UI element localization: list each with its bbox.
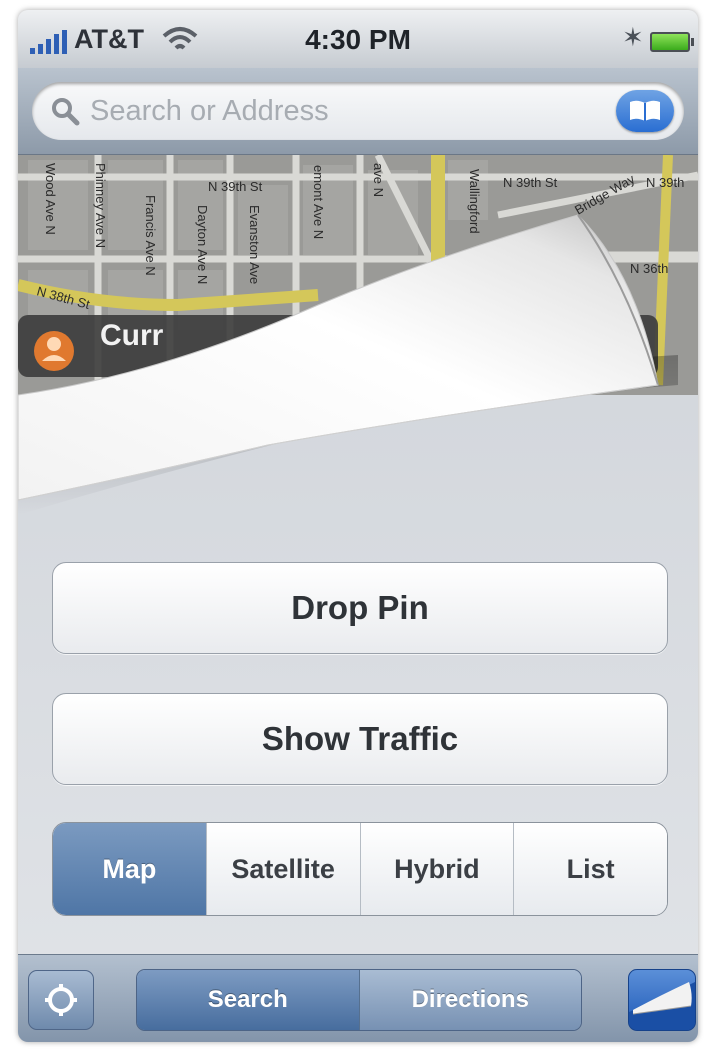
street-label: N 39th St: [208, 179, 263, 194]
street-label: Dayton Ave N: [195, 205, 210, 284]
tab-search[interactable]: Search: [137, 970, 359, 1030]
drop-pin-button[interactable]: Drop Pin: [52, 562, 668, 654]
search-icon: [52, 98, 80, 126]
battery-icon: [650, 32, 694, 52]
search-directions-control: Search Directions: [136, 969, 582, 1031]
page-curl-button[interactable]: [628, 969, 696, 1031]
show-traffic-button[interactable]: Show Traffic: [52, 693, 668, 785]
callout-title: Curr: [100, 319, 164, 352]
bottom-toolbar: Search Directions: [18, 954, 698, 1042]
search-field[interactable]: [32, 82, 684, 140]
segment-map[interactable]: Map: [53, 823, 206, 915]
page-curl-icon: [629, 982, 695, 1030]
bluetooth-icon: ✶: [622, 22, 644, 52]
street-label: Wood Ave N: [43, 163, 58, 235]
bookmarks-icon: [630, 100, 660, 121]
bookmarks-button[interactable]: [616, 90, 674, 132]
street-label: N 39th: [646, 175, 684, 190]
search-bar: [18, 68, 698, 155]
search-input[interactable]: [90, 92, 610, 130]
street-label: N 39th St: [503, 175, 558, 190]
segment-satellite[interactable]: Satellite: [205, 823, 360, 915]
street-label: Evanston Ave: [247, 205, 262, 284]
phone-screen: AT&T 4:30 PM ✶ Search or Address N 39th …: [18, 10, 698, 1042]
segment-hybrid[interactable]: Hybrid: [359, 823, 514, 915]
status-bar: AT&T 4:30 PM ✶: [18, 10, 698, 69]
tab-directions[interactable]: Directions: [358, 970, 581, 1030]
map-type-segmented-control: Map Satellite Hybrid List: [52, 822, 668, 916]
locate-button[interactable]: [28, 970, 94, 1030]
street-label: emont Ave N: [311, 165, 326, 239]
segment-list[interactable]: List: [513, 823, 667, 915]
street-label: Wallingford: [467, 169, 482, 234]
street-label: N 36th: [630, 261, 668, 276]
crosshair-icon: [45, 984, 77, 1016]
clock: 4:30 PM: [305, 24, 411, 55]
street-label: ave N: [371, 163, 386, 197]
street-label: Phinney Ave N: [93, 163, 108, 248]
street-label: Francis Ave N: [143, 195, 158, 276]
